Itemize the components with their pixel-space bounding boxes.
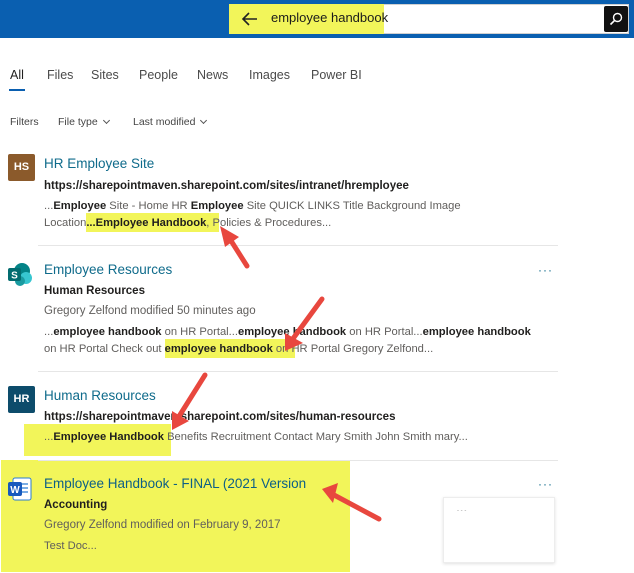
result-url: https://sharepointmaven.sharepoint.com/s…	[44, 411, 396, 423]
result-title[interactable]: Employee Handbook - FINAL (2021 Version	[44, 476, 306, 491]
snippet-match: employee handbook	[53, 326, 162, 338]
chevron-down-icon	[102, 116, 110, 125]
result-modified: Gregory Zelfond modified 50 minutes ago	[44, 305, 256, 317]
snippet-text: on HR Portal Check out	[44, 343, 165, 355]
snippet-text: Site - Home HR	[106, 200, 191, 212]
more-options-button[interactable]: ···	[538, 477, 553, 491]
tab-news[interactable]: News	[197, 68, 228, 82]
result-title[interactable]: Human Resources	[44, 388, 156, 403]
word-icon-letter: W	[10, 485, 20, 496]
site-logo: HS	[8, 154, 35, 181]
search-button[interactable]	[604, 6, 628, 32]
snippet-match: employee handbook	[422, 326, 531, 338]
snippet-text: on HR Portal Gregory Zelfond...	[272, 343, 434, 355]
snippet-text: ...	[44, 326, 54, 338]
vertical-tabs: All Files Sites People News Images Power…	[0, 68, 634, 86]
snippet-text: Location	[44, 217, 87, 229]
sharepoint-icon-letter: S	[11, 271, 18, 282]
snippet-match: Employee	[53, 200, 107, 212]
snippet-match: employee handbook	[164, 343, 273, 355]
result-divider	[38, 371, 558, 372]
site-logo: HR	[8, 386, 35, 413]
search-input[interactable]: employee handbook	[271, 10, 388, 25]
result-divider	[38, 460, 558, 461]
result-title[interactable]: HR Employee Site	[44, 156, 154, 171]
result-snippet: ...Employee Site - Home HR Employee Site…	[44, 198, 461, 215]
snippet-text: , Policies & Procedures...	[206, 217, 332, 229]
snippet-text: Benefits Recruitment Contact Mary Smith …	[163, 431, 468, 443]
result-snippet: ...Employee Handbook Benefits Recruitmen…	[44, 429, 468, 446]
result-url: https://sharepointmaven.sharepoint.com/s…	[44, 180, 409, 192]
snippet-text: Site QUICK LINKS Title Background Image	[243, 200, 461, 212]
sharepoint-icon: S	[8, 263, 32, 286]
snippet-text: on HR Portal...	[161, 326, 238, 338]
result-snippet: ...employee handbook on HR Portal...empl…	[44, 324, 531, 341]
filters-label: Filters	[10, 116, 39, 128]
tab-all[interactable]: All	[10, 68, 24, 82]
tab-people[interactable]: People	[139, 68, 178, 82]
back-arrow-icon[interactable]	[239, 8, 261, 30]
tab-sites[interactable]: Sites	[91, 68, 119, 82]
result-snippet: Test Doc...	[44, 540, 97, 552]
file-type-label: File type	[58, 116, 98, 128]
last-modified-filter[interactable]: Last modified	[133, 116, 208, 128]
filters-bar: Filters File type Last modified	[0, 116, 634, 132]
snippet-text: on HR Portal...	[346, 326, 423, 338]
result-title[interactable]: Employee Resources	[44, 262, 172, 277]
thumbnail-text: - - -	[457, 508, 467, 514]
search-icon	[609, 12, 623, 26]
result-site: Accounting	[44, 499, 108, 511]
snippet-text: ...	[44, 200, 54, 212]
more-options-button[interactable]: ···	[538, 263, 553, 277]
snippet-match: Employee	[190, 200, 244, 212]
active-tab-indicator	[9, 89, 25, 91]
snippet-match: Employee Handbook	[53, 431, 164, 443]
tab-images[interactable]: Images	[249, 68, 290, 82]
result-divider	[38, 245, 558, 246]
chevron-down-icon	[200, 116, 208, 125]
arrow-icon	[225, 233, 250, 269]
result-modified: Gregory Zelfond modified on February 9, …	[44, 519, 281, 531]
snippet-match: ...Employee Handbook	[86, 217, 207, 229]
word-icon: W	[8, 477, 32, 501]
snippet-match: employee handbook	[237, 326, 347, 338]
document-thumbnail[interactable]: - - -	[443, 497, 555, 563]
result-snippet: on HR Portal Check out employee handbook…	[44, 341, 433, 358]
result-site: Human Resources	[44, 285, 145, 297]
last-modified-label: Last modified	[133, 116, 196, 128]
file-type-filter[interactable]: File type	[58, 116, 110, 128]
result-snippet: Location...Employee Handbook, Policies &…	[44, 215, 331, 232]
tab-power-bi[interactable]: Power BI	[311, 68, 362, 82]
snippet-text: ...	[44, 431, 54, 443]
tab-files[interactable]: Files	[47, 68, 73, 82]
